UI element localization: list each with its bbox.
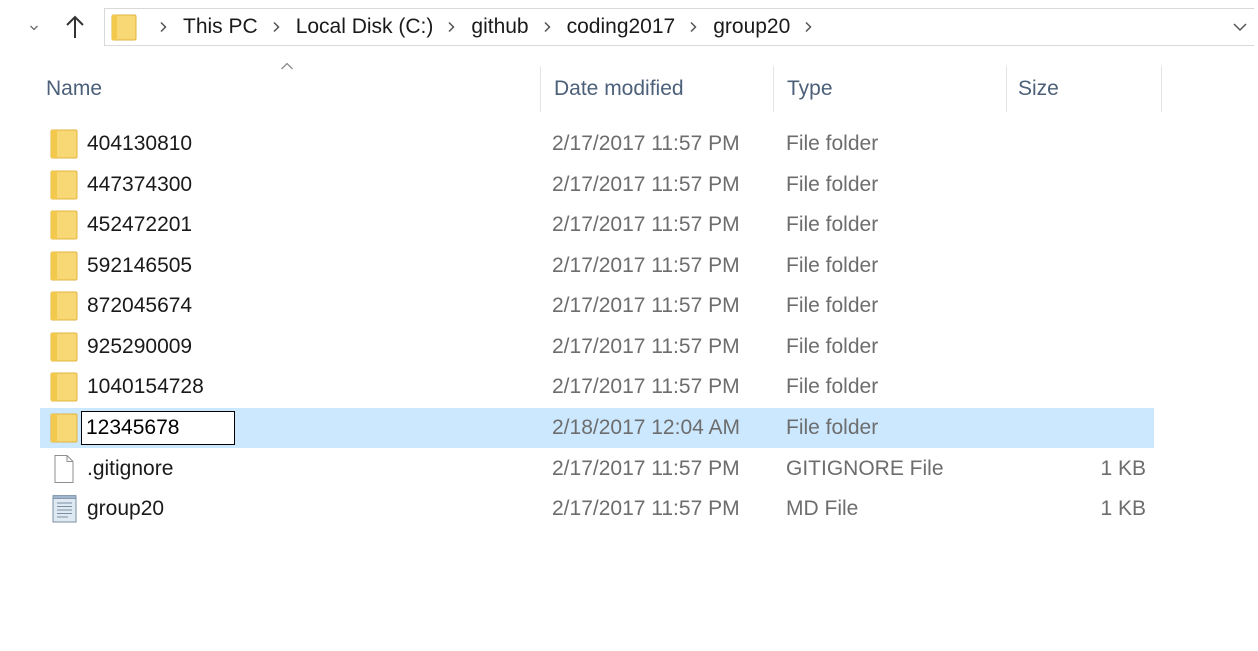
file-name: group20 <box>87 497 165 520</box>
breadcrumb-github[interactable]: github <box>468 15 531 39</box>
list-item[interactable]: 452472201 2/17/2017 11:57 PM File folder <box>40 205 1154 245</box>
folder-icon <box>50 251 78 281</box>
file-type: GITIGNORE File <box>786 456 944 480</box>
file-size: 1 KB <box>1100 456 1146 480</box>
chevron-right-icon[interactable] <box>154 20 174 34</box>
file-name: .gitignore <box>87 456 174 480</box>
file-name: 404130810 <box>87 132 193 155</box>
file-name: 452472201 <box>87 213 193 236</box>
breadcrumb: This PC Local Disk (C:) github coding201… <box>148 12 825 42</box>
file-date-modified: 2/17/2017 11:57 PM <box>552 375 740 398</box>
breadcrumb-coding2017[interactable]: coding2017 <box>564 15 679 39</box>
column-header-type[interactable]: Type <box>773 66 1006 112</box>
column-header-date-modified[interactable]: Date modified <box>540 66 773 112</box>
list-item[interactable]: 404130810 2/17/2017 11:57 PM File folder <box>40 124 1154 164</box>
list-item[interactable]: 1040154728 2/17/2017 11:57 PM File folde… <box>40 367 1154 407</box>
file-type: File folder <box>786 172 879 196</box>
file-type: MD File <box>786 497 859 520</box>
list-item[interactable]: 872045674 2/17/2017 11:57 PM File folder <box>40 286 1154 326</box>
list-item[interactable]: 447374300 2/17/2017 11:57 PM File folder <box>40 165 1154 205</box>
address-bar: This PC Local Disk (C:) github coding201… <box>0 0 1258 56</box>
chevron-right-icon[interactable] <box>684 20 704 34</box>
file-type: File folder <box>786 416 879 439</box>
up-one-level-arrow-up-icon[interactable] <box>64 14 86 40</box>
list-item[interactable]: .gitignore 2/17/2017 11:57 PM GITIGNORE … <box>40 449 1154 489</box>
file-date-modified: 2/17/2017 11:57 PM <box>552 132 740 155</box>
breadcrumb-this-pc[interactable]: This PC <box>180 15 261 39</box>
folder-icon <box>111 13 137 41</box>
file-date-modified: 2/17/2017 11:57 PM <box>552 172 740 196</box>
file-date-modified: 2/18/2017 12:04 AM <box>552 416 740 439</box>
file-name: 1040154728 <box>87 375 204 398</box>
chevron-right-icon[interactable] <box>267 20 287 34</box>
breadcrumb-local-disk[interactable]: Local Disk (C:) <box>293 15 437 39</box>
file-name: 447374300 <box>87 172 193 196</box>
folder-icon <box>50 210 78 240</box>
folder-icon <box>50 372 78 402</box>
file-type: File folder <box>786 294 879 317</box>
column-header-name[interactable]: Name <box>38 66 540 112</box>
file-date-modified: 2/17/2017 11:57 PM <box>552 456 740 480</box>
file-date-modified: 2/17/2017 11:57 PM <box>552 213 740 236</box>
chevron-right-icon[interactable] <box>538 20 558 34</box>
file-type: File folder <box>786 253 879 277</box>
recent-locations-chevron-down-icon[interactable] <box>30 24 38 32</box>
file-type: File folder <box>786 213 879 236</box>
blank-file-icon <box>50 454 78 484</box>
file-name: 872045674 <box>87 294 193 317</box>
file-type: File folder <box>786 375 879 398</box>
file-date-modified: 2/17/2017 11:57 PM <box>552 253 740 277</box>
folder-icon <box>50 291 78 321</box>
file-type: File folder <box>786 334 879 358</box>
list-item-selected[interactable]: 2/18/2017 12:04 AM File folder <box>40 408 1154 448</box>
folder-icon <box>50 129 78 159</box>
file-size: 1 KB <box>1100 497 1146 520</box>
file-type: File folder <box>786 132 879 155</box>
address-history-chevron-down-icon[interactable] <box>1232 22 1248 32</box>
file-date-modified: 2/17/2017 11:57 PM <box>552 497 740 520</box>
list-item[interactable]: 592146505 2/17/2017 11:57 PM File folder <box>40 246 1154 286</box>
file-date-modified: 2/17/2017 11:57 PM <box>552 334 740 358</box>
folder-icon <box>50 170 78 200</box>
column-header-size[interactable]: Size <box>1006 66 1162 112</box>
breadcrumb-group20[interactable]: group20 <box>710 15 793 39</box>
chevron-right-icon[interactable] <box>442 20 462 34</box>
file-name: 592146505 <box>87 253 193 277</box>
list-item[interactable]: 925290009 2/17/2017 11:57 PM File folder <box>40 327 1154 367</box>
text-file-icon <box>50 494 78 524</box>
file-name: 925290009 <box>87 334 193 358</box>
file-date-modified: 2/17/2017 11:57 PM <box>552 294 740 317</box>
rename-input[interactable] <box>81 411 235 445</box>
chevron-right-icon[interactable] <box>799 20 819 34</box>
list-item[interactable]: group20 2/17/2017 11:57 PM MD File 1 KB <box>40 489 1154 529</box>
folder-icon <box>50 413 78 443</box>
folder-icon <box>50 332 78 362</box>
